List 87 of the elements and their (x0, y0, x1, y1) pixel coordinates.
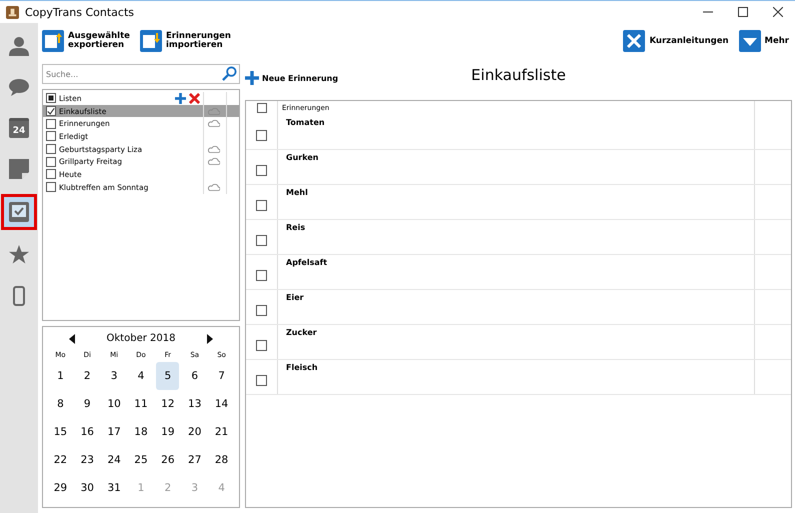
calendar-day[interactable]: 4 (130, 362, 152, 390)
list-title: Einkaufsliste (471, 66, 566, 84)
dropdown-icon (738, 30, 761, 52)
app-icon (6, 6, 19, 18)
reminder-title: Eier (286, 293, 304, 302)
next-month-icon[interactable] (206, 334, 213, 344)
person-icon (9, 36, 29, 56)
calendar-day[interactable]: 26 (156, 446, 180, 474)
checkbox[interactable] (256, 375, 267, 386)
calendar-day[interactable]: 9 (76, 390, 99, 418)
reminder-title: Apfelsaft (286, 258, 328, 267)
new-reminder-button[interactable]: Neue Erinnerung (245, 71, 338, 85)
previous-month-icon[interactable] (69, 334, 75, 344)
checkbox[interactable] (46, 182, 56, 192)
search-field[interactable]: Suche... (42, 64, 240, 84)
calendar-day[interactable]: 23 (76, 446, 99, 474)
calendar-day[interactable]: 25 (130, 446, 152, 474)
close-icon[interactable] (773, 7, 783, 17)
sidebar-item[interactable] (1, 194, 37, 230)
star-icon (9, 245, 29, 265)
calendar-day[interactable]: 6 (183, 362, 206, 390)
calendar-day[interactable]: 17 (102, 418, 126, 446)
checkbox[interactable] (256, 270, 267, 281)
tools-icon (623, 30, 646, 52)
calendar-day[interactable]: 29 (49, 474, 72, 502)
reminder-title: Reis (286, 223, 306, 232)
calendar-day[interactable]: 5 (156, 362, 180, 390)
chat-bubble-icon (9, 78, 29, 96)
calendar-day[interactable]: 11 (130, 390, 152, 418)
calendar-day[interactable]: 20 (183, 418, 206, 446)
checkbox[interactable] (46, 93, 56, 104)
calendar-day[interactable]: 21 (210, 418, 233, 446)
calendar-day[interactable]: 30 (76, 474, 99, 502)
checkbox[interactable] (256, 200, 267, 211)
month-label: Oktober 2018 (106, 333, 176, 344)
window-title: CopyTrans Contacts (25, 6, 134, 18)
checkbox[interactable] (46, 118, 56, 129)
reminder-title: Mehl (286, 188, 308, 197)
calendar-day[interactable]: 16 (76, 418, 99, 446)
calendar-day[interactable]: 2 (76, 362, 99, 390)
calendar-day[interactable]: 14 (210, 390, 233, 418)
checkbox[interactable] (256, 130, 267, 141)
calendar-day[interactable]: 27 (183, 446, 206, 474)
checkbox[interactable] (256, 165, 267, 176)
phone-icon (13, 286, 25, 306)
toolbar-button[interactable]: Kurzanleitungen (623, 30, 729, 52)
reminder-title: Fleisch (286, 363, 318, 372)
calendar-day[interactable]: 22 (49, 446, 72, 474)
checkbox[interactable] (46, 156, 56, 167)
calendar-day[interactable]: 7 (210, 362, 233, 390)
checkbox[interactable] (46, 106, 56, 116)
calendar-day[interactable]: 31 (102, 474, 126, 502)
toolbar-button[interactable]: Ausgewählte exportieren (42, 30, 130, 52)
sidebar-item[interactable]: 24 (3, 112, 35, 144)
checkbox[interactable] (46, 169, 56, 180)
toolbar-button[interactable]: Erinnerungen importieren (140, 30, 228, 52)
search-icon (222, 66, 237, 81)
calendar-icon: 24 (9, 118, 29, 138)
calendar-day[interactable]: 8 (49, 390, 72, 418)
calendar-day[interactable]: 3 (102, 362, 126, 390)
checkbox[interactable] (46, 144, 56, 154)
checkbox[interactable] (256, 235, 267, 246)
export-icon (42, 30, 64, 52)
reminder-title: Zucker (286, 328, 317, 337)
calendar-day[interactable]: 1 (49, 362, 72, 390)
calendar-day[interactable]: 18 (130, 418, 152, 446)
reminder-title: Tomaten (286, 118, 325, 127)
toolbar-button[interactable]: Mehr (738, 30, 789, 52)
note-icon (9, 159, 29, 179)
checkbox-icon (9, 202, 29, 222)
calendar-day[interactable]: 19 (156, 418, 180, 446)
reminder-title: Gurken (286, 153, 318, 162)
checkbox[interactable] (256, 305, 267, 316)
calendar-day[interactable]: 13 (183, 390, 206, 418)
checkbox[interactable] (256, 340, 267, 351)
checkbox[interactable] (46, 131, 56, 142)
calendar-day[interactable]: 10 (102, 390, 126, 418)
import-icon (140, 30, 162, 52)
plus-icon (245, 71, 259, 85)
calendar-day[interactable]: 24 (102, 446, 126, 474)
calendar-day[interactable]: 15 (49, 418, 72, 446)
add-icon[interactable] (175, 92, 186, 104)
maximize-icon[interactable] (738, 7, 748, 17)
calendar-day[interactable]: 12 (156, 390, 180, 418)
calendar-day[interactable]: 28 (210, 446, 233, 474)
checkbox[interactable] (256, 103, 266, 113)
delete-icon[interactable] (189, 92, 200, 104)
